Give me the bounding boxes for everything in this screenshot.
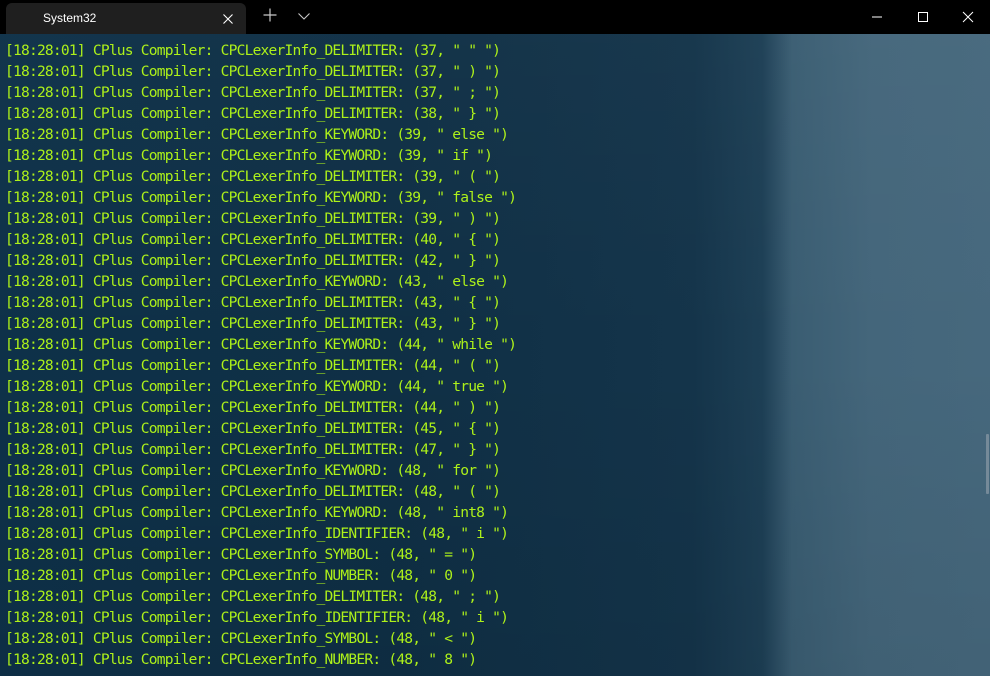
minimize-icon bbox=[871, 8, 883, 27]
tab-title: System32 bbox=[43, 11, 97, 25]
log-line: [18:28:01] CPlus Compiler: CPCLexerInfo_… bbox=[5, 609, 509, 626]
scrollbar-thumb[interactable] bbox=[986, 434, 989, 494]
log-line: [18:28:01] CPlus Compiler: CPCLexerInfo_… bbox=[5, 147, 493, 164]
log-line: [18:28:01] CPlus Compiler: CPCLexerInfo_… bbox=[5, 525, 509, 542]
log-lines: [18:28:01] CPlus Compiler: CPCLexerInfo_… bbox=[5, 40, 775, 670]
plus-icon bbox=[262, 7, 278, 27]
log-line: [18:28:01] CPlus Compiler: CPCLexerInfo_… bbox=[5, 588, 501, 605]
tab-system32[interactable]: System32 bbox=[6, 3, 246, 34]
log-line: [18:28:01] CPlus Compiler: CPCLexerInfo_… bbox=[5, 399, 501, 416]
log-line: [18:28:01] CPlus Compiler: CPCLexerInfo_… bbox=[5, 315, 501, 332]
log-line: [18:28:01] CPlus Compiler: CPCLexerInfo_… bbox=[5, 504, 509, 521]
terminal-window: System32 [18:28:01] CPlus Compiler: CPCL… bbox=[0, 0, 990, 676]
log-line: [18:28:01] CPlus Compiler: CPCLexerInfo_… bbox=[5, 420, 501, 437]
new-tab-button[interactable] bbox=[256, 0, 284, 34]
log-line: [18:28:01] CPlus Compiler: CPCLexerInfo_… bbox=[5, 168, 501, 185]
minimize-button[interactable] bbox=[854, 0, 900, 34]
close-icon bbox=[962, 8, 974, 27]
log-line: [18:28:01] CPlus Compiler: CPCLexerInfo_… bbox=[5, 63, 501, 80]
log-line: [18:28:01] CPlus Compiler: CPCLexerInfo_… bbox=[5, 651, 477, 668]
log-line: [18:28:01] CPlus Compiler: CPCLexerInfo_… bbox=[5, 126, 509, 143]
close-window-button[interactable] bbox=[945, 0, 990, 34]
log-line: [18:28:01] CPlus Compiler: CPCLexerInfo_… bbox=[5, 462, 501, 479]
chevron-down-icon bbox=[297, 8, 311, 27]
close-icon[interactable] bbox=[220, 11, 236, 27]
log-line: [18:28:01] CPlus Compiler: CPCLexerInfo_… bbox=[5, 105, 501, 122]
title-bar[interactable]: System32 bbox=[0, 0, 990, 34]
terminal-output[interactable]: [18:28:01] CPlus Compiler: CPCLexerInfo_… bbox=[0, 34, 990, 676]
log-line: [18:28:01] CPlus Compiler: CPCLexerInfo_… bbox=[5, 567, 477, 584]
log-line: [18:28:01] CPlus Compiler: CPCLexerInfo_… bbox=[5, 357, 501, 374]
log-line: [18:28:01] CPlus Compiler: CPCLexerInfo_… bbox=[5, 483, 501, 500]
log-line: [18:28:01] CPlus Compiler: CPCLexerInfo_… bbox=[5, 189, 517, 206]
tab-dropdown-button[interactable] bbox=[290, 0, 318, 34]
maximize-button[interactable] bbox=[900, 0, 945, 34]
log-line: [18:28:01] CPlus Compiler: CPCLexerInfo_… bbox=[5, 210, 501, 227]
log-line: [18:28:01] CPlus Compiler: CPCLexerInfo_… bbox=[5, 630, 477, 647]
log-line: [18:28:01] CPlus Compiler: CPCLexerInfo_… bbox=[5, 273, 509, 290]
log-line: [18:28:01] CPlus Compiler: CPCLexerInfo_… bbox=[5, 546, 477, 563]
log-line: [18:28:01] CPlus Compiler: CPCLexerInfo_… bbox=[5, 336, 517, 353]
log-line: [18:28:01] CPlus Compiler: CPCLexerInfo_… bbox=[5, 42, 501, 59]
log-line: [18:28:01] CPlus Compiler: CPCLexerInfo_… bbox=[5, 294, 501, 311]
log-line: [18:28:01] CPlus Compiler: CPCLexerInfo_… bbox=[5, 231, 501, 248]
log-line: [18:28:01] CPlus Compiler: CPCLexerInfo_… bbox=[5, 252, 501, 269]
log-line: [18:28:01] CPlus Compiler: CPCLexerInfo_… bbox=[5, 441, 501, 458]
log-line: [18:28:01] CPlus Compiler: CPCLexerInfo_… bbox=[5, 84, 501, 101]
log-line: [18:28:01] CPlus Compiler: CPCLexerInfo_… bbox=[5, 378, 509, 395]
maximize-icon bbox=[917, 8, 929, 27]
